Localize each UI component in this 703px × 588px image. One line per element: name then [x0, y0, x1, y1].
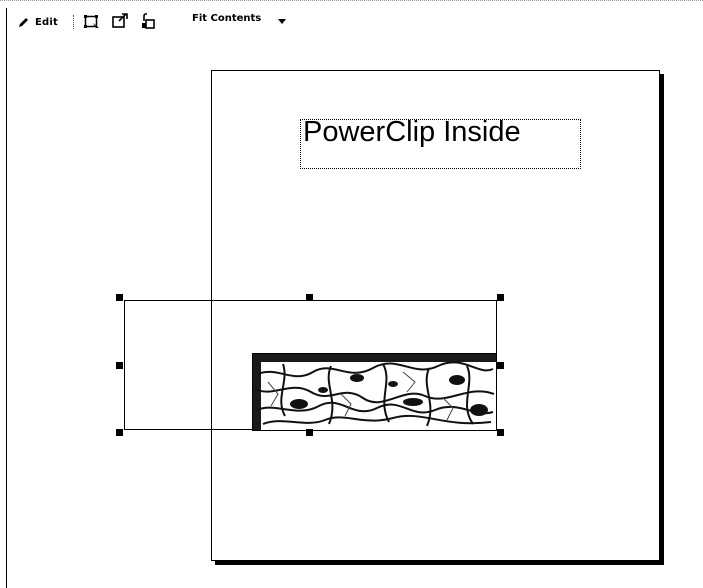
toolbar-separator	[73, 15, 74, 29]
edit-label: Edit	[35, 17, 58, 28]
extract-contents-icon	[112, 13, 128, 32]
lock-contents-button[interactable]	[141, 13, 155, 33]
workspace-edge	[6, 8, 7, 588]
lock-contents-icon	[141, 13, 155, 33]
selection-handle-top-right[interactable]	[497, 294, 504, 301]
top-border	[0, 0, 703, 2]
fit-contents-dropdown[interactable]: Fit Contents	[192, 13, 261, 24]
powerclip-contents-image[interactable]	[252, 353, 497, 431]
crumpled-foil-texture	[253, 354, 496, 430]
canvas-title-text[interactable]: PowerClip Inside	[303, 114, 521, 150]
fit-contents-label: Fit Contents	[192, 13, 262, 24]
selection-handle-top-left[interactable]	[116, 294, 123, 301]
selection-handle-bottom-right[interactable]	[497, 429, 504, 436]
chevron-down-icon[interactable]	[278, 19, 286, 24]
extract-contents-button[interactable]	[112, 13, 128, 32]
selection-handle-middle-right[interactable]	[497, 362, 504, 369]
pencil-icon	[18, 13, 29, 32]
property-bar: Edit Fit Contents	[14, 10, 314, 34]
selection-handle-top-center[interactable]	[306, 294, 313, 301]
edit-powerclip-button[interactable]: Edit	[18, 13, 58, 32]
selection-handle-bottom-center[interactable]	[306, 429, 313, 436]
selection-handle-middle-left[interactable]	[116, 362, 123, 369]
select-contents-icon	[84, 14, 100, 33]
select-contents-button[interactable]	[84, 14, 100, 33]
selection-handle-bottom-left[interactable]	[116, 429, 123, 436]
